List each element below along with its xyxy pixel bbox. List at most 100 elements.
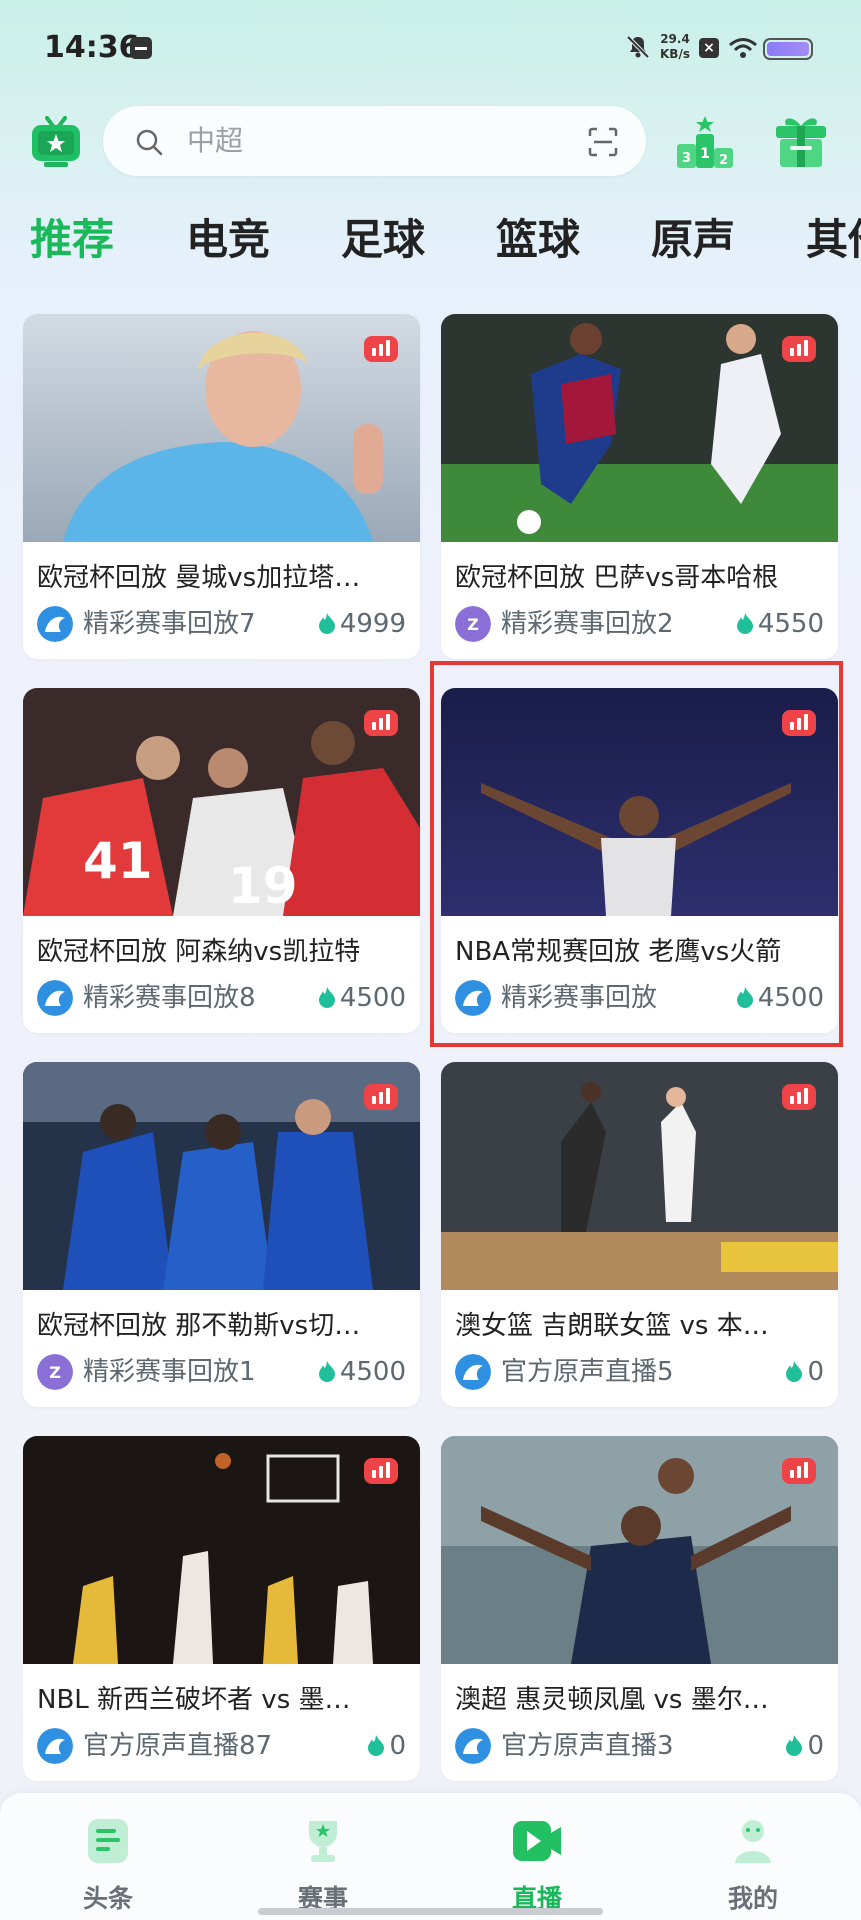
- trophy-icon: [309, 1821, 337, 1862]
- tab-football[interactable]: 足球: [341, 210, 425, 270]
- network-speed-unit: KB/s: [660, 47, 690, 61]
- stream-card[interactable]: 澳女篮 吉朗联女篮 vs 本… 官方原声直播5 0: [441, 1062, 838, 1407]
- flame-icon: [368, 1735, 385, 1756]
- stream-thumbnail: 41 19: [23, 688, 420, 916]
- channel-avatar: [455, 1728, 491, 1764]
- status-time: 14:36: [44, 30, 140, 65]
- heat-value: 4500: [757, 983, 824, 1013]
- channel-name: 官方原声直播3: [501, 1731, 674, 1761]
- home-indicator[interactable]: [258, 1908, 603, 1915]
- stream-card[interactable]: NBA常规赛回放 老鹰vs火箭 精彩赛事回放 4500: [441, 688, 838, 1033]
- channel-name: 官方原声直播87: [83, 1731, 273, 1761]
- stream-title: 澳女篮 吉朗联女篮 vs 本…: [455, 1311, 769, 1341]
- heat-value: 0: [389, 1731, 406, 1761]
- channel-avatar: [455, 980, 491, 1016]
- flame-icon: [736, 613, 753, 634]
- stream-card[interactable]: 欧冠杯回放 那不勒斯vs切… Z 精彩赛事回放1 4500: [23, 1062, 420, 1407]
- scan-icon[interactable]: [588, 127, 618, 157]
- channel-name: 精彩赛事回放2: [501, 609, 674, 639]
- live-signal-icon: [782, 336, 816, 362]
- tab-esports[interactable]: 电竞: [186, 210, 270, 270]
- channel-avatar: [455, 1354, 491, 1390]
- x-app-icon: ×: [699, 38, 719, 58]
- heat-value: 4500: [339, 1357, 406, 1387]
- tv-logo-icon[interactable]: [30, 116, 82, 168]
- gift-icon[interactable]: [772, 112, 830, 170]
- search-placeholder: 中超: [187, 124, 244, 157]
- headline-icon: [88, 1819, 128, 1863]
- tab-basketball[interactable]: 篮球: [496, 210, 580, 270]
- channel-name: 精彩赛事回放8: [83, 983, 256, 1013]
- heat-count: 0: [785, 1728, 824, 1764]
- nav-events[interactable]: 赛事: [248, 1793, 398, 1920]
- svg-text:1: 1: [700, 146, 710, 162]
- heat-count: 4500: [736, 980, 824, 1016]
- nav-profile-label: 我的: [727, 1884, 778, 1913]
- stream-title: NBL 新西兰破坏者 vs 墨…: [37, 1685, 351, 1715]
- nav-headline[interactable]: 头条: [33, 1793, 183, 1920]
- stream-card[interactable]: 欧冠杯回放 巴萨vs哥本哈根 Z 精彩赛事回放2 4550: [441, 314, 838, 659]
- tab-recommended[interactable]: 推荐: [30, 210, 114, 270]
- tab-other[interactable]: 其他: [806, 210, 861, 270]
- stream-card[interactable]: 欧冠杯回放 曼城vs加拉塔… 精彩赛事回放7 4999: [23, 314, 420, 659]
- heat-count: 4999: [318, 606, 406, 642]
- svg-text:19: 19: [228, 857, 298, 915]
- wifi-icon: [729, 38, 757, 58]
- nav-profile[interactable]: 我的: [678, 1793, 828, 1920]
- status-bar: 14:36 29.4 KB/s ×: [0, 0, 861, 100]
- stream-thumbnail: [441, 314, 838, 542]
- live-signal-icon: [364, 710, 398, 736]
- svg-text:41: 41: [83, 832, 153, 890]
- channel-avatar: Z: [455, 606, 491, 642]
- channel-name: 精彩赛事回放7: [83, 609, 256, 639]
- profile-icon: [735, 1820, 771, 1863]
- flame-icon: [736, 987, 753, 1008]
- bottom-navigation: 头条 赛事 直播 我的: [0, 1793, 861, 1920]
- heat-value: 4550: [757, 609, 824, 639]
- stream-card[interactable]: 澳超 惠灵顿凤凰 vs 墨尔… 官方原声直播3 0: [441, 1436, 838, 1781]
- live-signal-icon: [364, 336, 398, 362]
- search-bar[interactable]: 中超: [103, 106, 646, 176]
- heat-value: 0: [807, 1731, 824, 1761]
- nav-live[interactable]: 直播: [462, 1793, 612, 1920]
- svg-text:Z: Z: [467, 615, 479, 634]
- stream-title: 欧冠杯回放 曼城vs加拉塔…: [37, 563, 361, 593]
- live-signal-icon: [782, 710, 816, 736]
- ranking-podium-icon[interactable]: 3 1 2: [675, 114, 735, 170]
- message-notification-icon: [130, 37, 152, 59]
- stream-thumbnail: [23, 1436, 420, 1664]
- live-signal-icon: [364, 1084, 398, 1110]
- stream-title: NBA常规赛回放 老鹰vs火箭: [455, 937, 782, 967]
- stream-title: 澳超 惠灵顿凤凰 vs 墨尔…: [455, 1685, 769, 1715]
- nav-headline-label: 头条: [82, 1884, 133, 1913]
- stream-thumbnail: [23, 314, 420, 542]
- tab-original-sound[interactable]: 原声: [651, 210, 735, 270]
- flame-icon: [318, 987, 335, 1008]
- live-signal-icon: [782, 1458, 816, 1484]
- stream-title: 欧冠杯回放 阿森纳vs凯拉特: [37, 937, 361, 967]
- flame-icon: [786, 1361, 803, 1382]
- battery-icon: [763, 38, 813, 60]
- heat-count: 4500: [318, 1354, 406, 1390]
- heat-count: 4500: [318, 980, 406, 1016]
- channel-name: 精彩赛事回放: [501, 983, 658, 1013]
- mute-bell-icon: [626, 35, 650, 59]
- search-icon: [136, 129, 163, 156]
- stream-title: 欧冠杯回放 巴萨vs哥本哈根: [455, 563, 779, 593]
- flame-icon: [318, 1361, 335, 1382]
- stream-card[interactable]: NBL 新西兰破坏者 vs 墨… 官方原声直播87 0: [23, 1436, 420, 1781]
- channel-avatar: [37, 980, 73, 1016]
- category-tabs: 推荐 电竞 足球 篮球 原声 其他: [0, 210, 861, 280]
- stream-thumbnail: [441, 1062, 838, 1290]
- svg-text:Z: Z: [49, 1363, 61, 1382]
- channel-avatar: [37, 606, 73, 642]
- stream-thumbnail: [441, 688, 838, 916]
- svg-text:2: 2: [719, 153, 728, 168]
- heat-count: 0: [367, 1728, 406, 1764]
- stream-card[interactable]: 41 19 欧冠杯回放 阿森纳vs凯拉特 精彩赛事回放8 4500: [23, 688, 420, 1033]
- live-signal-icon: [782, 1084, 816, 1110]
- stream-title: 欧冠杯回放 那不勒斯vs切…: [37, 1311, 361, 1341]
- channel-avatar: [37, 1728, 73, 1764]
- network-speed-value: 29.4: [660, 32, 690, 46]
- heat-count: 4550: [736, 606, 824, 642]
